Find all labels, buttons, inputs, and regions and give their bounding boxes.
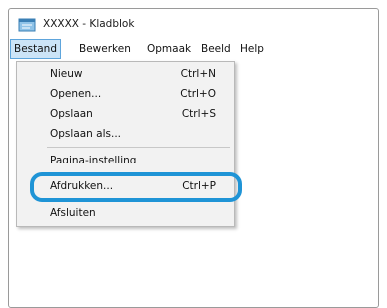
- menu-help[interactable]: Help: [237, 39, 267, 59]
- highlight-ring: [30, 172, 242, 202]
- menu-item-label: Nieuw: [50, 68, 83, 80]
- menu-item-label: Opslaan als...: [50, 128, 122, 140]
- menu-bestand[interactable]: Bestand: [10, 39, 62, 59]
- menu-item-label: Afsluiten: [50, 207, 96, 219]
- menu-item-label: Openen...: [50, 88, 102, 100]
- menu-item-openen[interactable]: Openen... Ctrl+O: [17, 84, 234, 104]
- menu-opmaak[interactable]: Opmaak: [144, 39, 194, 59]
- menu-item-label: Opslaan: [50, 108, 93, 120]
- menu-separator: [47, 147, 230, 148]
- menu-bewerken[interactable]: Bewerken: [76, 39, 134, 59]
- menu-item-shortcut: Ctrl+O: [180, 88, 216, 100]
- file-menu-dropdown: Nieuw Ctrl+N Openen... Ctrl+O Opslaan Ct…: [16, 61, 235, 227]
- menu-beeld[interactable]: Beeld: [198, 39, 234, 59]
- notepad-icon: [18, 18, 36, 32]
- menu-item-shortcut: Ctrl+N: [180, 68, 216, 80]
- menu-item-shortcut: Ctrl+S: [181, 108, 216, 120]
- menu-bar: Bestand Bewerken Opmaak Beeld Help: [9, 39, 378, 59]
- title-bar: XXXXX - Kladblok: [9, 9, 378, 37]
- menu-item-label: Pagina-instelling: [50, 155, 137, 163]
- window-title: XXXXX - Kladblok: [43, 18, 135, 30]
- menu-item-afsluiten[interactable]: Afsluiten: [17, 203, 234, 223]
- menu-item-pagina-instelling[interactable]: Pagina-instelling: [17, 151, 234, 163]
- menu-item-opslaan[interactable]: Opslaan Ctrl+S: [17, 104, 234, 124]
- menu-item-nieuw[interactable]: Nieuw Ctrl+N: [17, 64, 234, 84]
- menu-item-opslaan-als[interactable]: Opslaan als...: [17, 124, 234, 144]
